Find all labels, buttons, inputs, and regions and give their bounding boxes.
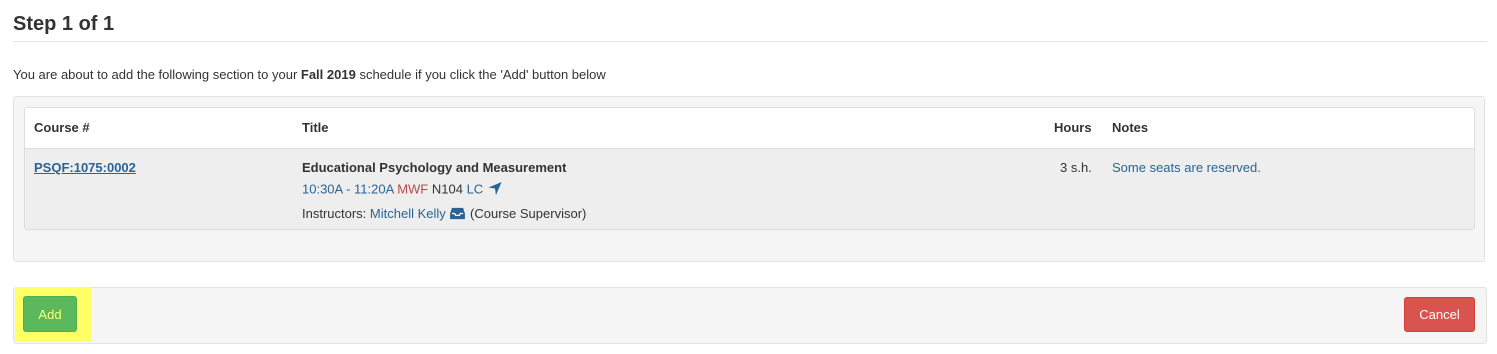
table-row: PSQF:1075:0002 Educational Psychology an… [25, 149, 1474, 229]
add-section-page: Step 1 of 1 You are about to add the fol… [0, 0, 1497, 354]
section-table: Course # Title Hours Notes PSQF:1075:000… [24, 107, 1475, 230]
action-bar [13, 287, 1487, 344]
instructors-label: Instructors: [302, 206, 370, 221]
meeting-time: 10:30A - 11:20A [302, 181, 394, 197]
instructor-role: (Course Supervisor) [470, 206, 587, 221]
title-divider [13, 41, 1487, 42]
table-header: Course # Title Hours Notes [25, 108, 1474, 149]
course-number-link[interactable]: PSQF:1075:0002 [34, 160, 136, 175]
header-notes: Notes [1112, 120, 1149, 135]
intro-after: schedule if you click the 'Add' button b… [355, 67, 606, 82]
inbox-icon[interactable] [449, 207, 466, 223]
location-arrow-icon[interactable] [487, 181, 503, 199]
building-link[interactable]: LC [467, 181, 484, 196]
header-hours: Hours [1054, 120, 1092, 135]
intro-term: Fall 2019 [300, 67, 356, 82]
meeting-room: N104 [431, 181, 463, 197]
intro-before: You are about to add the following secti… [13, 67, 301, 82]
cancel-button[interactable]: Cancel [1404, 297, 1475, 332]
instructors-line: Instructors: Mitchell Kelly (Course Supe… [302, 206, 586, 223]
course-title: Educational Psychology and Measurement [302, 160, 567, 175]
add-button[interactable]: Add [23, 296, 77, 332]
intro-text: You are about to add the following secti… [13, 67, 606, 82]
step-title: Step 1 of 1 [13, 13, 115, 35]
header-course-number: Course # [34, 120, 90, 135]
section-well: Course # Title Hours Notes PSQF:1075:000… [13, 96, 1485, 262]
credit-hours: 3 s.h. [1060, 160, 1092, 175]
meeting-days: MWF [397, 181, 429, 197]
instructor-link[interactable]: Mitchell Kelly [370, 206, 446, 221]
notes-link[interactable]: Some seats are reserved. [1112, 160, 1261, 175]
meeting-info: 10:30A - 11:20A MWF N104 LC [302, 181, 503, 199]
header-title: Title [302, 120, 329, 135]
